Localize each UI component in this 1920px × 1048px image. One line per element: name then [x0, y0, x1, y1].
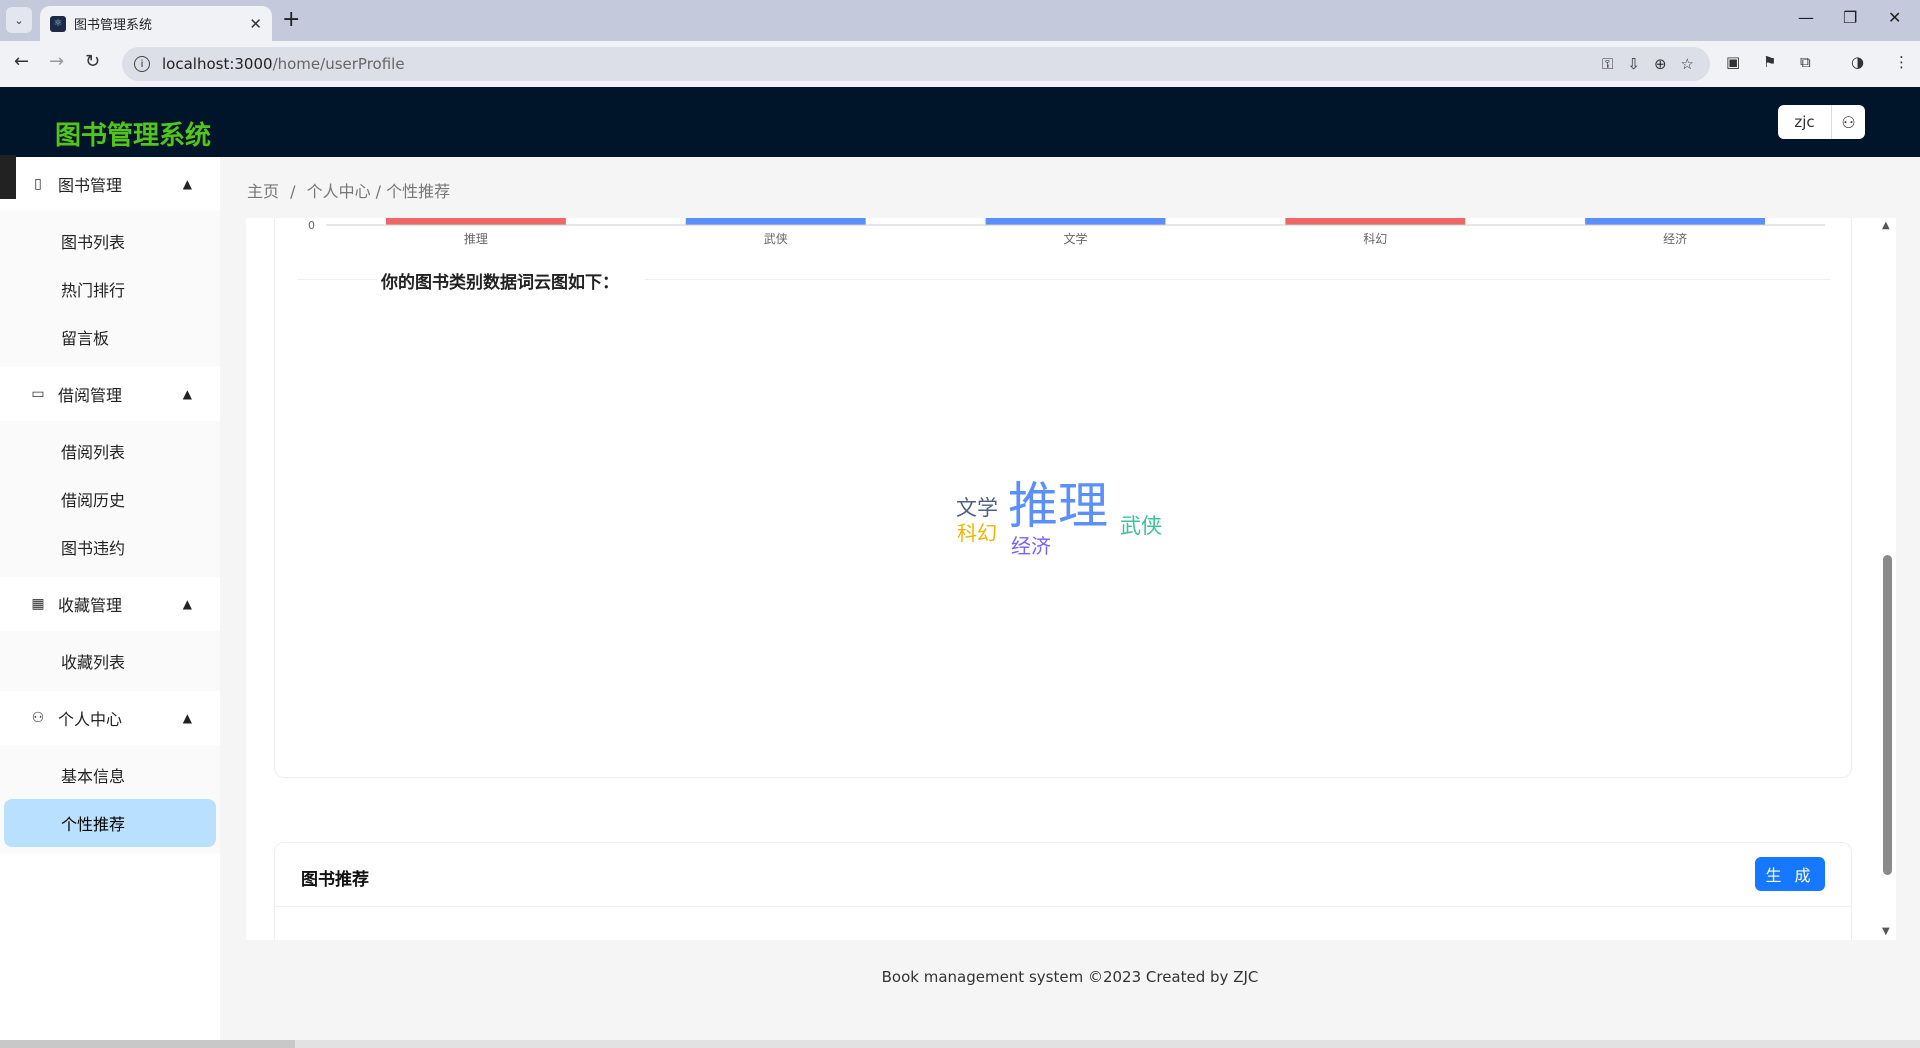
menu-label: 收藏管理: [58, 596, 123, 615]
browser-tabbar: ⌄ ⚛ 图书管理系统 ✕ + — ❐ ✕: [0, 0, 1920, 41]
sidebar-item-borrow-history[interactable]: 借阅历史: [4, 475, 216, 523]
url-path: /home/userProfile: [272, 55, 405, 73]
breadcrumb-separator: /: [290, 182, 296, 201]
menu-head-favorites[interactable]: ▦ 收藏管理 ▲: [0, 577, 220, 631]
sidebar-item-borrow-list[interactable]: 借阅列表: [4, 427, 216, 475]
menu-group-books: ▯ 图书管理 ▲ 图书列表 热门排行 留言板: [0, 157, 220, 367]
username: zjc: [1794, 113, 1815, 131]
bar-1: [685, 218, 866, 225]
chevron-up-icon: ▲: [182, 387, 192, 401]
chevron-up-icon: ▲: [182, 177, 192, 191]
cloud-word: 经济: [1011, 534, 1051, 558]
x-tick-label: 经济: [1663, 231, 1687, 246]
chevron-up-icon: ▲: [182, 597, 192, 611]
close-tab-icon[interactable]: ✕: [249, 15, 262, 33]
card-header-divider: [275, 906, 1851, 907]
cloud-word: 文学: [956, 496, 998, 520]
bar-0: [385, 218, 566, 225]
scroll-down-arrow-icon[interactable]: ▼: [1882, 926, 1890, 937]
minimize-icon[interactable]: —: [1798, 8, 1814, 27]
back-icon[interactable]: ←: [14, 51, 29, 72]
extensions-puzzle-icon[interactable]: ⧉: [1800, 53, 1811, 71]
password-key-icon[interactable]: ⚿: [1602, 55, 1613, 73]
divider-right: [645, 279, 1831, 280]
x-tick-label: 推理: [464, 232, 488, 246]
sidebar-item-favorite-list[interactable]: 收藏列表: [4, 637, 216, 685]
horizontal-scrollbar-thumb[interactable]: [0, 1040, 295, 1048]
sidebar-item-recommend[interactable]: 个性推荐: [4, 799, 216, 847]
breadcrumb-home[interactable]: 主页: [247, 182, 279, 201]
book-icon: ▯: [34, 176, 42, 192]
x-tick-label: 科幻: [1363, 232, 1387, 246]
menu-label: 借阅管理: [58, 386, 123, 405]
bar-2: [985, 218, 1166, 225]
profile-avatar-icon[interactable]: ◑: [1851, 53, 1864, 71]
wordcloud-heading: 你的图书类别数据词云图如下：: [381, 273, 619, 293]
restore-icon[interactable]: ❐: [1843, 8, 1857, 27]
menu-head-borrow[interactable]: ▭ 借阅管理 ▲: [0, 367, 220, 421]
laptop-icon: ▭: [31, 386, 45, 402]
bar-4: [1585, 218, 1766, 225]
grid-icon: ▦: [31, 596, 45, 612]
close-window-icon[interactable]: ✕: [1888, 8, 1901, 27]
tab-title: 图书管理系统: [74, 18, 153, 33]
sidebar-item-hot-ranking[interactable]: 热门排行: [4, 265, 216, 313]
url-host: localhost:3000: [162, 55, 273, 73]
new-tab-button[interactable]: +: [282, 8, 300, 32]
address-bar[interactable]: i localhost:3000 /home/userProfile ⚿ ⇩ ⊕…: [122, 47, 1710, 81]
stats-card: 0 推理 武侠 文学 科幻 经济 你的图书类别数据词云图如下： 推理 文学 科幻 武侠 经济: [274, 218, 1852, 778]
bookmarks-icon[interactable]: ⚑: [1763, 53, 1776, 71]
sidebar-edge-marker: [0, 155, 16, 199]
app-header: 图书管理系统 zjc ⚇: [0, 87, 1920, 157]
reload-icon[interactable]: ↻: [85, 51, 100, 72]
user-icon: ⚇: [31, 710, 45, 726]
browser-toolbar: ← → ↻ i localhost:3000 /home/userProfile…: [0, 41, 1920, 87]
bookmark-star-icon[interactable]: ☆: [1681, 55, 1694, 73]
bar-3: [1285, 218, 1466, 225]
menu-label: 图书管理: [58, 176, 123, 195]
scrollbar-thumb[interactable]: [1883, 555, 1892, 875]
category-bar-chart: 0 推理 武侠 文学 科幻 经济: [308, 218, 1825, 246]
forward-icon[interactable]: →: [49, 51, 64, 72]
recommend-title: 图书推荐: [301, 870, 369, 890]
menu-group-profile: ⚇ 个人中心 ▲ 基本信息 个性推荐: [0, 691, 220, 853]
footer: Book management system ©2023 Created by …: [881, 968, 1259, 986]
sidebar-item-book-violation[interactable]: 图书违约: [4, 523, 216, 571]
x-tick-label: 文学: [1063, 231, 1087, 246]
sidebar-item-message-board[interactable]: 留言板: [4, 313, 216, 361]
generate-button[interactable]: 生 成: [1755, 857, 1825, 891]
y-tick-label: 0: [308, 219, 315, 232]
cloud-word: 科幻: [957, 521, 997, 545]
extension-app-icon[interactable]: ▣: [1726, 53, 1740, 71]
sidebar-item-book-list[interactable]: 图书列表: [4, 217, 216, 265]
menu-head-books[interactable]: ▯ 图书管理 ▲: [0, 157, 220, 211]
zoom-icon[interactable]: ⊕: [1654, 55, 1667, 73]
chevron-up-icon: ▲: [182, 711, 192, 725]
scroll-up-arrow-icon[interactable]: ▲: [1882, 220, 1890, 231]
install-app-icon[interactable]: ⇩: [1627, 55, 1640, 73]
cloud-word: 推理: [1008, 477, 1108, 535]
tab-search-button[interactable]: ⌄: [6, 7, 32, 33]
sidebar-item-basic-info[interactable]: 基本信息: [4, 751, 216, 799]
breadcrumb: 主页 / 个人中心 / 个性推荐: [247, 178, 456, 202]
react-favicon-icon: ⚛: [50, 15, 66, 32]
divider-left: [297, 279, 377, 280]
browser-tab[interactable]: ⚛ 图书管理系统 ✕: [40, 6, 272, 41]
user-icon[interactable]: ⚇: [1831, 105, 1865, 139]
recommend-card: 图书推荐 生 成: [274, 842, 1852, 940]
cloud-word: 武侠: [1120, 514, 1162, 538]
menu-label: 个人中心: [58, 710, 123, 729]
menu-group-favorites: ▦ 收藏管理 ▲ 收藏列表: [0, 577, 220, 691]
site-info-icon[interactable]: i: [134, 56, 150, 72]
menu-head-profile[interactable]: ⚇ 个人中心 ▲: [0, 691, 220, 745]
sidebar: ▯ 图书管理 ▲ 图书列表 热门排行 留言板 ▭ 借阅管理 ▲ 借阅列表 借阅历…: [0, 157, 220, 1048]
app-logo: 图书管理系统: [55, 121, 212, 151]
breadcrumb-current: 个人中心 / 个性推荐: [306, 182, 451, 201]
x-tick-label: 武侠: [764, 232, 788, 246]
menu-kebab-icon[interactable]: ⋮: [1894, 53, 1909, 71]
user-menu[interactable]: zjc ⚇: [1778, 105, 1865, 139]
menu-group-borrow: ▭ 借阅管理 ▲ 借阅列表 借阅历史 图书违约: [0, 367, 220, 577]
